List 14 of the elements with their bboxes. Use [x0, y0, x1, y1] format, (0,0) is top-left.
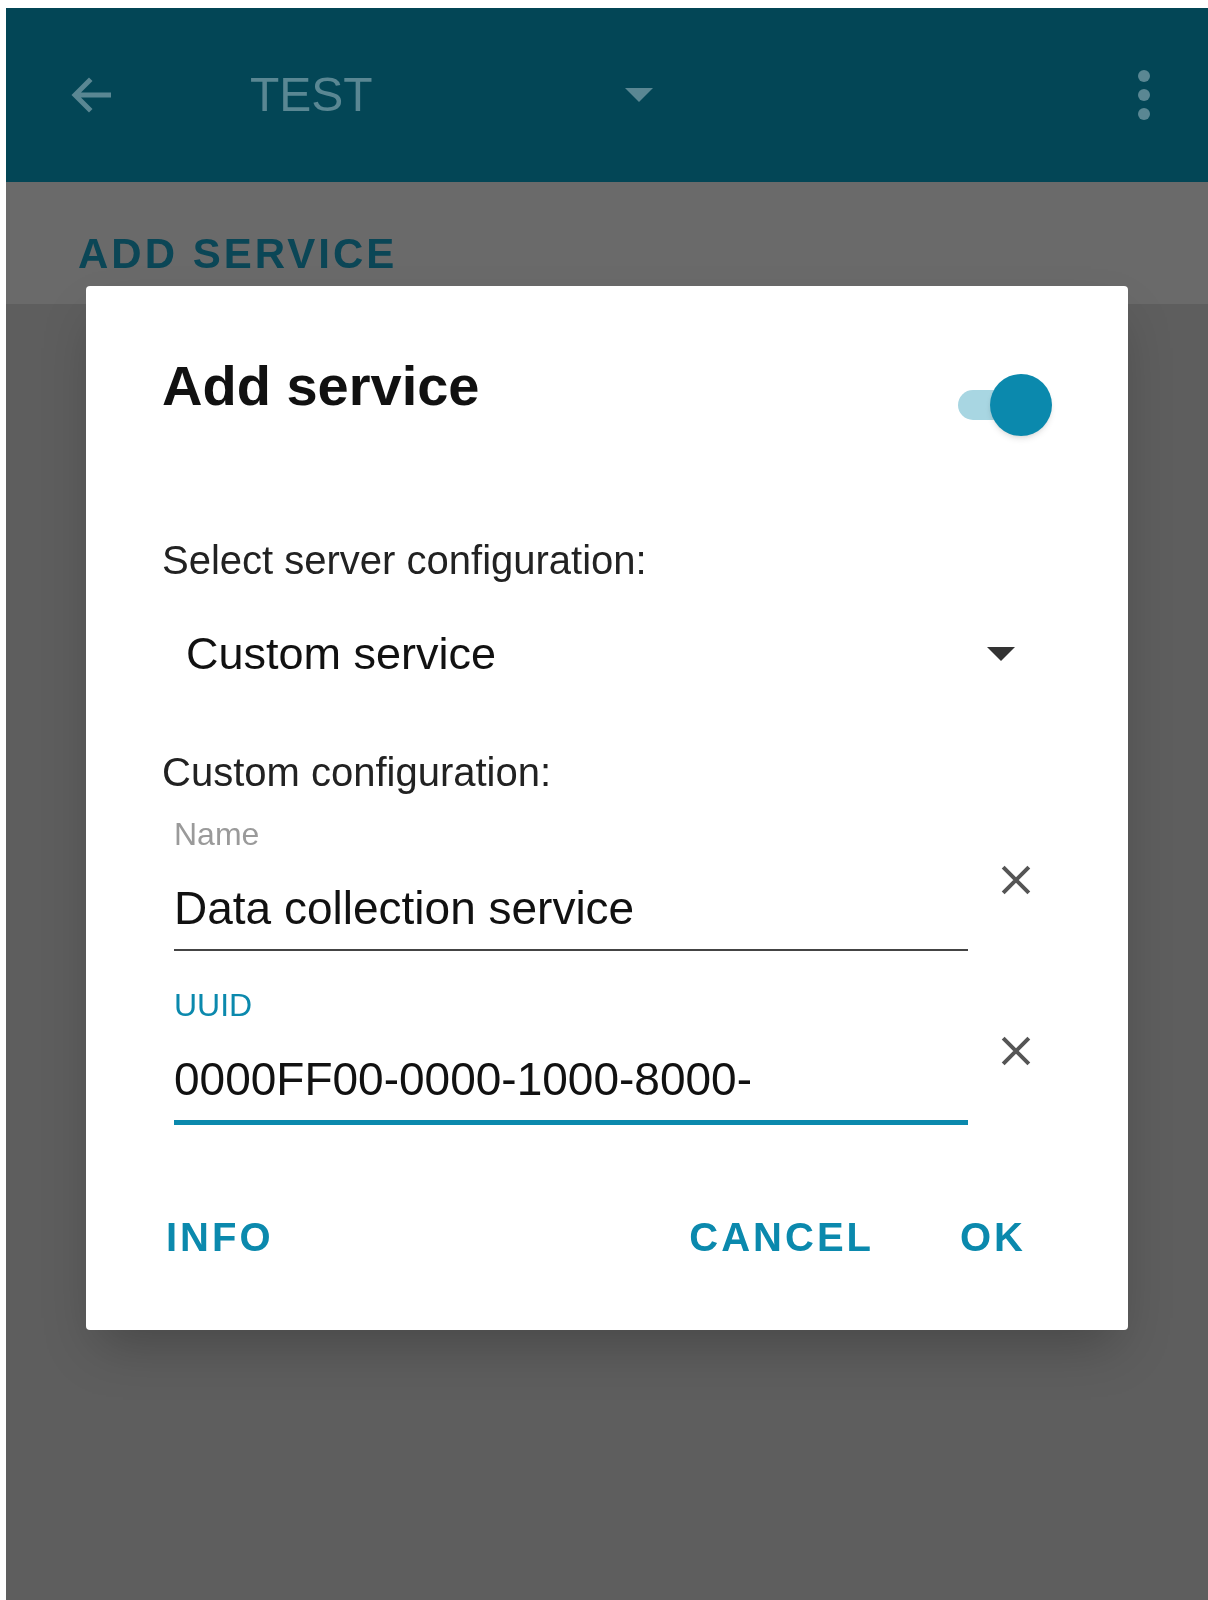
text-field[interactable]: 0000FF00-0000-1000-8000- [174, 1028, 968, 1125]
select-label: Select server configuration: [162, 537, 648, 584]
dialog-button[interactable]: OK [960, 1206, 1026, 1267]
field-label: Name [174, 814, 261, 854]
dialog-button[interactable]: INFO [166, 1206, 274, 1267]
dropdown-caret-icon [986, 644, 1016, 663]
text-field[interactable]: Data collection service [174, 857, 968, 951]
app-title: TEST [250, 67, 373, 123]
configuration-dropdown[interactable]: Custom service [186, 620, 1016, 688]
dialog-title: Add service [162, 353, 480, 419]
more-options-icon[interactable] [1136, 70, 1152, 120]
field-label: UUID [174, 985, 254, 1025]
dialog-button[interactable]: CANCEL [689, 1206, 874, 1267]
custom-label: Custom configuration: [162, 748, 553, 796]
